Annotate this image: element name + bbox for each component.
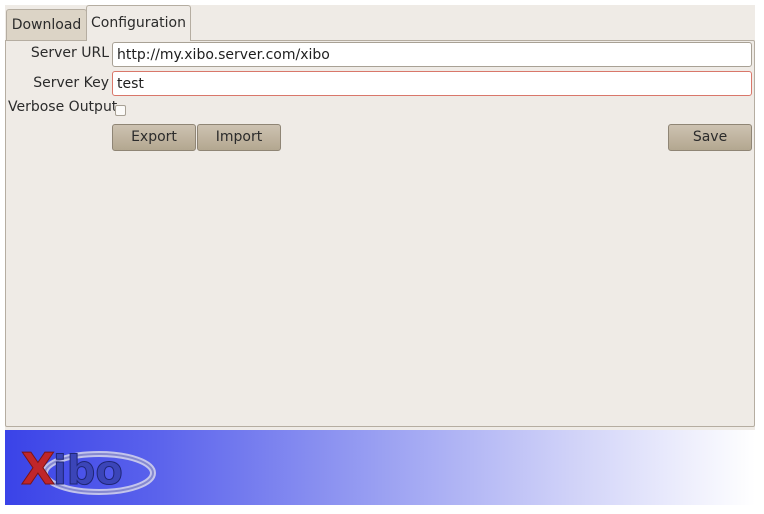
save-button[interactable]: Save [668, 124, 752, 151]
verbose-output-label: Verbose Output [8, 99, 118, 115]
tab-download[interactable]: Download [6, 9, 87, 41]
import-button[interactable]: Import [197, 124, 281, 151]
server-key-field[interactable] [112, 71, 752, 96]
server-key-label: Server Key [33, 75, 109, 91]
verbose-output-checkbox[interactable] [115, 105, 126, 116]
xibo-logo: X ibo [21, 444, 156, 496]
export-button[interactable]: Export [112, 124, 196, 151]
configuration-panel: Server URL Server Key Verbose Output Exp… [5, 40, 755, 427]
server-url-label: Server URL [30, 45, 109, 61]
branding-banner: X ibo [5, 430, 755, 505]
server-url-field[interactable] [112, 42, 752, 67]
xibo-logo-x: X [21, 444, 55, 495]
xibo-logo-rest: ibo [53, 448, 123, 494]
tab-configuration[interactable]: Configuration [86, 5, 191, 41]
app-window: Download Configuration Server URL Server… [5, 5, 755, 505]
